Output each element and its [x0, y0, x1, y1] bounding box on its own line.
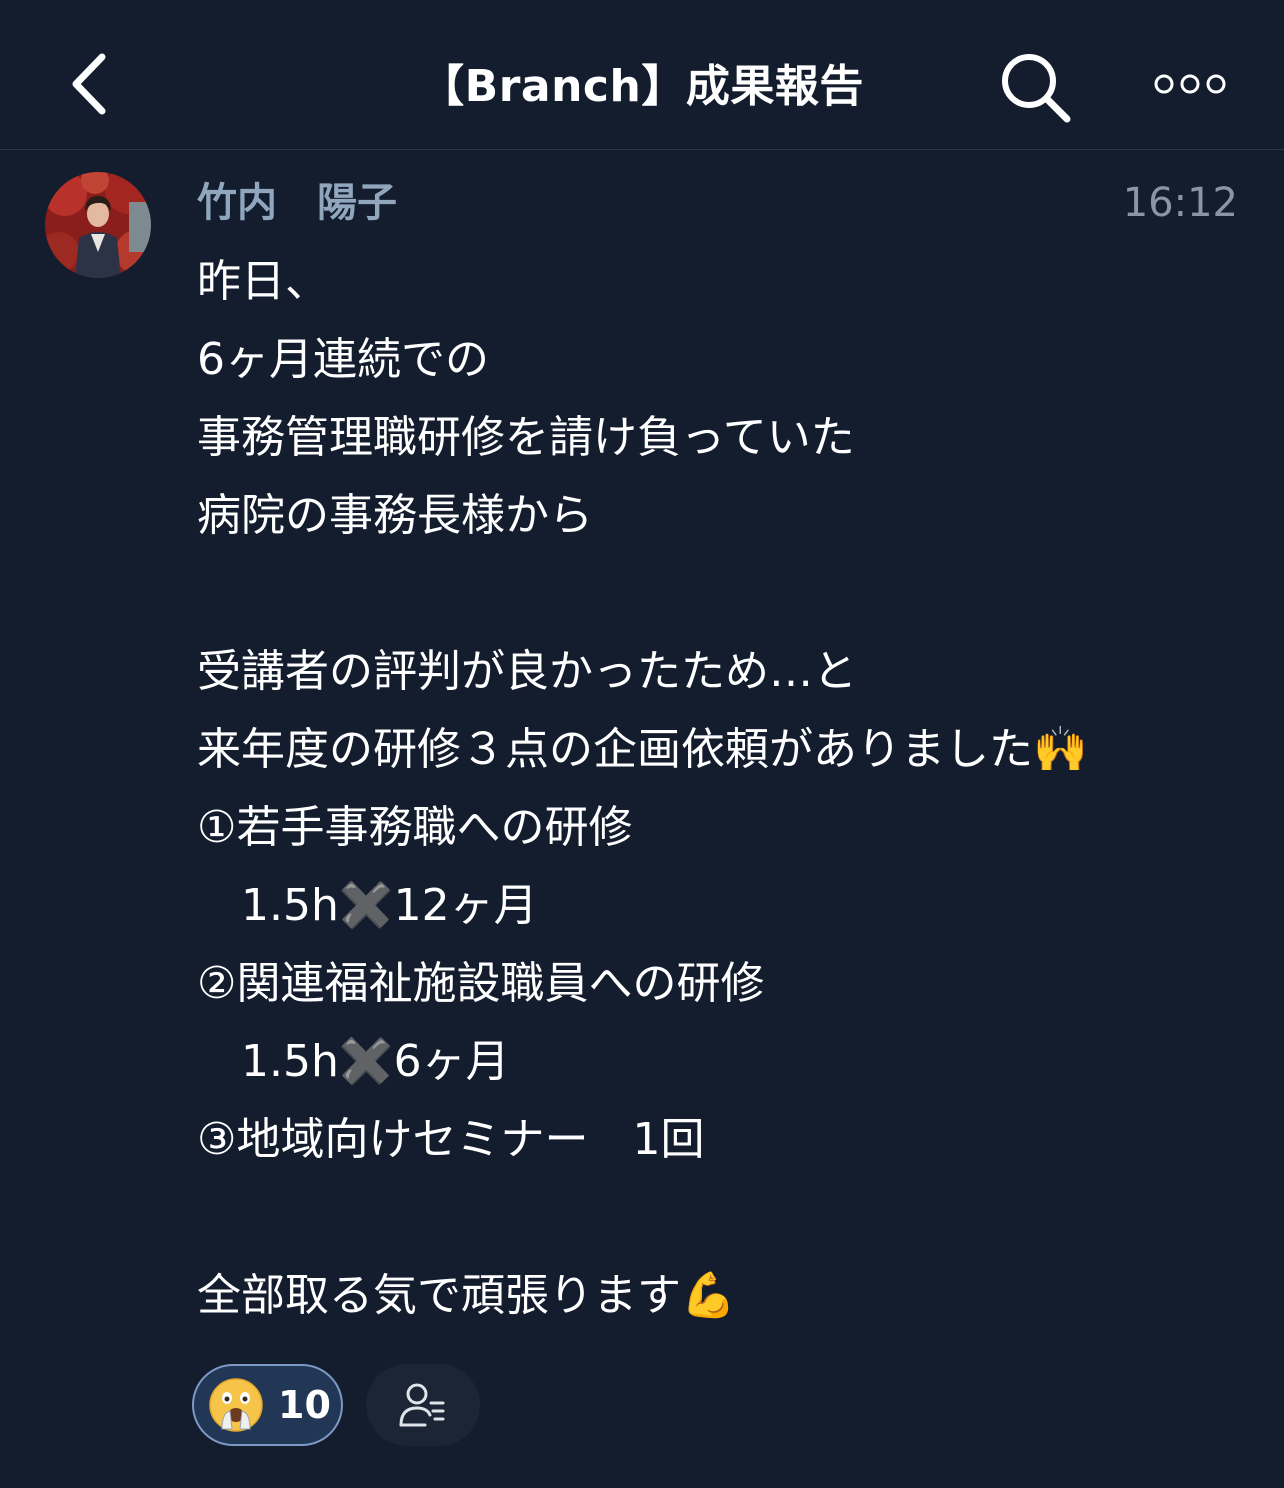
chevron-left-icon: [72, 53, 106, 115]
search-icon: [1002, 54, 1071, 123]
page-title: 【Branch】成果報告: [420, 61, 864, 112]
more-options-button[interactable]: [1140, 52, 1240, 116]
read-users-icon: [399, 1383, 445, 1427]
sender-name[interactable]: 竹内 陽子: [197, 175, 397, 231]
search-button[interactable]: [990, 42, 1080, 132]
read-status-button[interactable]: [366, 1364, 480, 1446]
avatar[interactable]: [45, 172, 151, 278]
reaction-count: 10: [278, 1383, 331, 1427]
message-time: 16:12: [1122, 180, 1238, 226]
more-dots-icon: [1154, 74, 1226, 94]
reaction-chip[interactable]: 10: [192, 1364, 343, 1446]
back-button[interactable]: [50, 44, 130, 124]
top-bar: 【Branch】成果報告: [0, 0, 1284, 150]
user-photo-icon: [45, 172, 151, 278]
message-body: 昨日、 6ヶ月連続での 事務管理職研修を請け負っていた 病院の事務長様から 受講…: [197, 256, 1088, 1321]
face-with-open-mouth-and-hands-icon: [209, 1378, 263, 1432]
